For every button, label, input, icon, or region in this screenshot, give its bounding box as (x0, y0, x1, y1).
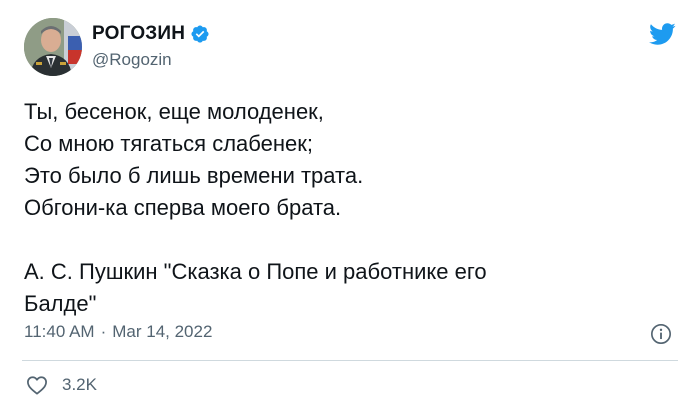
tweet-line: А. С. Пушкин "Сказка о Попе и работнике … (24, 259, 487, 284)
verified-badge-icon (191, 25, 209, 43)
display-name[interactable]: РОГОЗИН (92, 23, 185, 45)
handle[interactable]: @Rogozin (92, 50, 210, 70)
tweet-time: 11:40 AM (24, 322, 95, 341)
like-button[interactable]: 3.2K (26, 375, 97, 395)
tweet-line: Ты, бесенок, еще молоденек, (24, 99, 324, 124)
like-count: 3.2K (62, 375, 97, 394)
info-icon[interactable] (650, 323, 672, 345)
author-block: РОГОЗИН @Rogozin (92, 22, 210, 70)
tweet-line: Обгони-ка сперва моего брата. (24, 195, 342, 220)
twitter-bird-icon[interactable] (646, 20, 678, 48)
divider (22, 360, 678, 361)
tweet-timestamp[interactable]: 11:40 AM · Mar 14, 2022 (24, 322, 212, 342)
tweet-date: Mar 14, 2022 (112, 322, 213, 341)
tweet-line: Это было б лишь времени трата. (24, 163, 364, 188)
tweet-line: Со мною тягаться слабенек; (24, 131, 313, 156)
avatar[interactable] (24, 18, 82, 76)
tweet-line: Балде" (24, 291, 97, 316)
heart-icon (27, 376, 47, 395)
meta-separator: · (100, 322, 107, 341)
tweet-text: Ты, бесенок, еще молоденек, Со мною тяга… (24, 96, 674, 320)
tweet-card: РОГОЗИН @Rogozin Ты, бесенок, еще молоде… (0, 0, 700, 406)
